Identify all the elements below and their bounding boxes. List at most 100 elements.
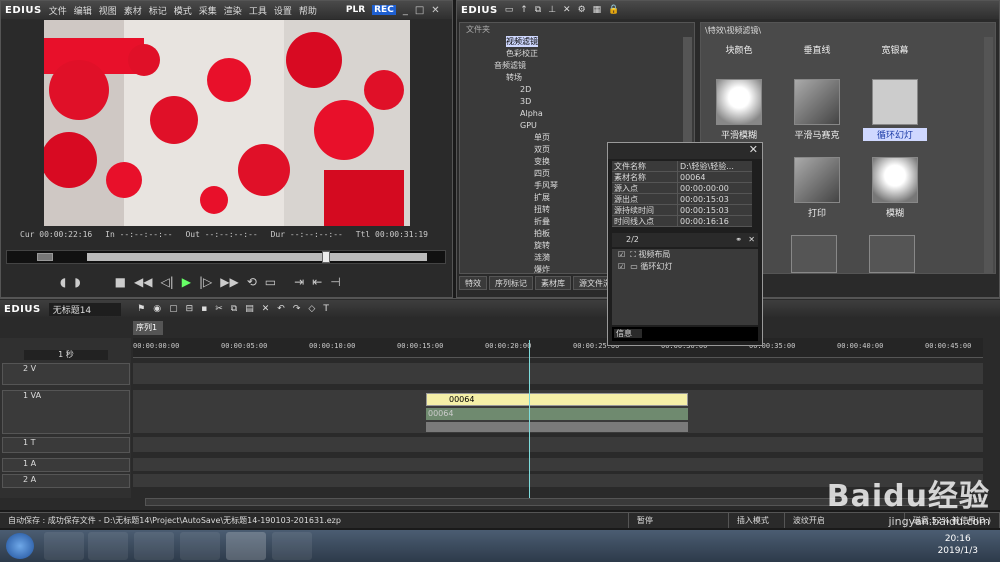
- track-1t[interactable]: [133, 437, 983, 453]
- menu-settings[interactable]: 设置: [274, 4, 292, 17]
- fast-forward-icon[interactable]: ▶▶: [220, 275, 238, 289]
- effects-scrollbar[interactable]: [984, 37, 993, 273]
- tree-item-audio-filters[interactable]: 音频滤镜: [494, 60, 526, 71]
- effect-print[interactable]: 打印: [785, 157, 849, 219]
- close-button[interactable]: ✕: [431, 5, 439, 16]
- scale-select[interactable]: 1 秒: [24, 350, 108, 360]
- shuttle-handle[interactable]: [37, 253, 53, 261]
- taskbar-360-icon[interactable]: [44, 532, 84, 560]
- menu-view[interactable]: 视图: [99, 4, 117, 17]
- tab-library[interactable]: 素材库: [535, 276, 571, 290]
- position-handle[interactable]: [322, 251, 330, 263]
- redo-icon[interactable]: ↷: [293, 304, 301, 314]
- track-head-2a[interactable]: 2 A: [2, 474, 130, 488]
- insert-icon[interactable]: ⇥: [294, 275, 304, 289]
- loop-icon[interactable]: ⟲: [247, 275, 257, 289]
- menu-file[interactable]: 文件: [49, 4, 67, 17]
- copy-clip-icon[interactable]: ⧉: [231, 304, 237, 314]
- set-in-icon[interactable]: ◖: [60, 275, 66, 289]
- taskbar-edius-icon[interactable]: [226, 532, 266, 560]
- properties-icon[interactable]: ⚙: [578, 5, 586, 15]
- undo-icon[interactable]: ↶: [277, 304, 285, 314]
- minimize-button[interactable]: _: [403, 5, 408, 16]
- tree-item-2d[interactable]: 2D: [520, 84, 531, 95]
- track-head-1t[interactable]: 1 T: [2, 437, 130, 453]
- tree-item-color-correction[interactable]: 色彩校正: [506, 48, 538, 59]
- lock-icon[interactable]: 🔒: [608, 5, 619, 15]
- track-head-1a[interactable]: 1 A: [2, 458, 130, 472]
- tree-item-ripple[interactable]: 涟漪: [534, 252, 550, 263]
- tree-item-video-filters[interactable]: 视频滤镜: [506, 36, 538, 47]
- tree-item-double-page[interactable]: 双页: [534, 144, 550, 155]
- video-clip[interactable]: 00064: [426, 393, 688, 406]
- taskbar-qq-icon[interactable]: [134, 532, 174, 560]
- taskbar-record-icon[interactable]: [272, 532, 312, 560]
- audio-clip[interactable]: 00064: [426, 408, 688, 420]
- effect-block-color[interactable]: 块颜色: [707, 43, 771, 56]
- tree-item-clapper[interactable]: 拍板: [534, 228, 550, 239]
- snapshot-icon[interactable]: ◉: [153, 304, 161, 314]
- tree-item-accordion[interactable]: 手风琴: [534, 180, 558, 191]
- folder-icon[interactable]: ▭: [505, 5, 514, 15]
- effect-loop-slide[interactable]: 循环幻灯: [863, 79, 927, 141]
- menu-render[interactable]: 渲染: [224, 4, 242, 17]
- save-icon[interactable]: ▪: [201, 304, 207, 314]
- tree-item-twist[interactable]: 扭转: [534, 204, 550, 215]
- tree-item-transform[interactable]: 变换: [534, 156, 550, 167]
- paste-icon[interactable]: ▤: [245, 304, 254, 314]
- menu-edit[interactable]: 编辑: [74, 4, 92, 17]
- tree-item-explode[interactable]: 爆炸: [534, 264, 550, 275]
- tree-item-rotate[interactable]: 旋转: [534, 240, 550, 251]
- tab-effects[interactable]: 特效: [459, 276, 487, 290]
- time-ruler[interactable]: 00:00:00:00 00:00:05:00 00:00:10:00 00:0…: [133, 338, 983, 358]
- set-out-icon[interactable]: ◗: [74, 275, 80, 289]
- tree-item-quad-page[interactable]: 四页: [534, 168, 550, 179]
- menu-tools[interactable]: 工具: [249, 4, 267, 17]
- effect-widescreen[interactable]: 宽银幕: [863, 43, 927, 56]
- effect-smooth-mosaic[interactable]: 平滑马赛克: [785, 79, 849, 141]
- checkbox-icon[interactable]: ☑: [618, 262, 625, 271]
- marker-icon[interactable]: ◇: [308, 304, 315, 314]
- monitor-icon[interactable]: ▭: [265, 275, 276, 289]
- delete-clip-icon[interactable]: ✕: [262, 304, 270, 314]
- effect-thumb-partial-1[interactable]: [791, 235, 837, 273]
- view-icon[interactable]: ▦: [593, 5, 602, 15]
- track-head-1va[interactable]: 1 VA: [2, 390, 130, 434]
- step-forward-icon[interactable]: |▷: [199, 275, 212, 289]
- step-back-icon[interactable]: ◁|: [160, 275, 173, 289]
- new-icon[interactable]: ▢: [169, 304, 178, 314]
- maximize-button[interactable]: □: [415, 5, 424, 16]
- stop-icon[interactable]: ■: [115, 275, 126, 289]
- open-icon[interactable]: ⊟: [186, 304, 194, 314]
- output-icon[interactable]: ⊣: [330, 275, 340, 289]
- track-1a[interactable]: [133, 458, 983, 472]
- apply-icon[interactable]: ⊥: [548, 5, 556, 15]
- rewind-icon[interactable]: ◀◀: [134, 275, 152, 289]
- audio-clip-waveform[interactable]: [426, 422, 688, 432]
- plr-toggle[interactable]: PLR: [346, 5, 365, 15]
- effect-smooth-blur[interactable]: 平滑模糊: [707, 79, 771, 141]
- rec-toggle[interactable]: REC: [372, 5, 396, 15]
- tree-item-gpu[interactable]: GPU: [520, 120, 537, 131]
- menu-marker[interactable]: 标记: [149, 4, 167, 17]
- play-icon[interactable]: ▶: [182, 275, 191, 289]
- position-track[interactable]: [87, 253, 427, 261]
- overwrite-icon[interactable]: ⇤: [312, 275, 322, 289]
- filter-item[interactable]: ☑ ⛶ 视频布局: [612, 249, 758, 261]
- copy-icon[interactable]: ⧉: [535, 5, 541, 15]
- tree-item-3d[interactable]: 3D: [520, 96, 531, 107]
- filter-item[interactable]: ☑ ▭ 循环幻灯: [612, 261, 758, 273]
- up-icon[interactable]: ↑: [520, 5, 528, 15]
- playhead[interactable]: [529, 340, 530, 500]
- cut-icon[interactable]: ✂: [215, 304, 223, 314]
- mode-icon[interactable]: ⚑: [137, 304, 145, 314]
- delete-icon[interactable]: ✕: [563, 5, 571, 15]
- start-button[interactable]: [6, 533, 34, 559]
- effect-vertical-line[interactable]: 垂直线: [785, 43, 849, 56]
- tree-item-single-page[interactable]: 单页: [534, 132, 550, 143]
- filter-delete-icon[interactable]: ✕: [748, 233, 755, 247]
- track-2v[interactable]: [133, 363, 983, 385]
- sequence-tab[interactable]: 序列1: [133, 321, 163, 335]
- menu-capture[interactable]: 采集: [199, 4, 217, 17]
- track-head-2v[interactable]: 2 V: [2, 363, 130, 385]
